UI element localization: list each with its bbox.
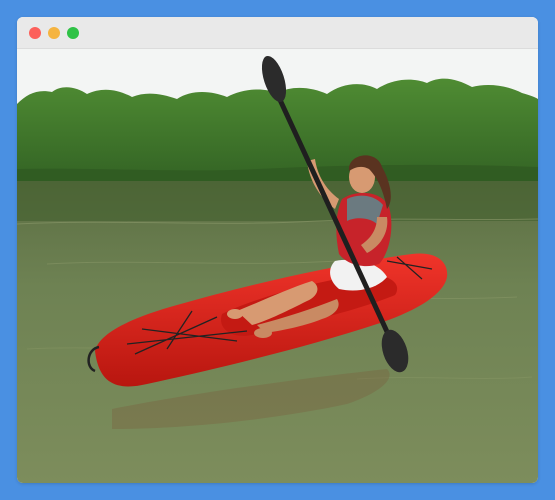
image-viewport — [17, 49, 538, 483]
kayak-photo — [17, 49, 538, 483]
browser-window — [17, 17, 538, 483]
close-window-button[interactable] — [29, 27, 41, 39]
maximize-window-button[interactable] — [67, 27, 79, 39]
window-titlebar — [17, 17, 538, 49]
minimize-window-button[interactable] — [48, 27, 60, 39]
